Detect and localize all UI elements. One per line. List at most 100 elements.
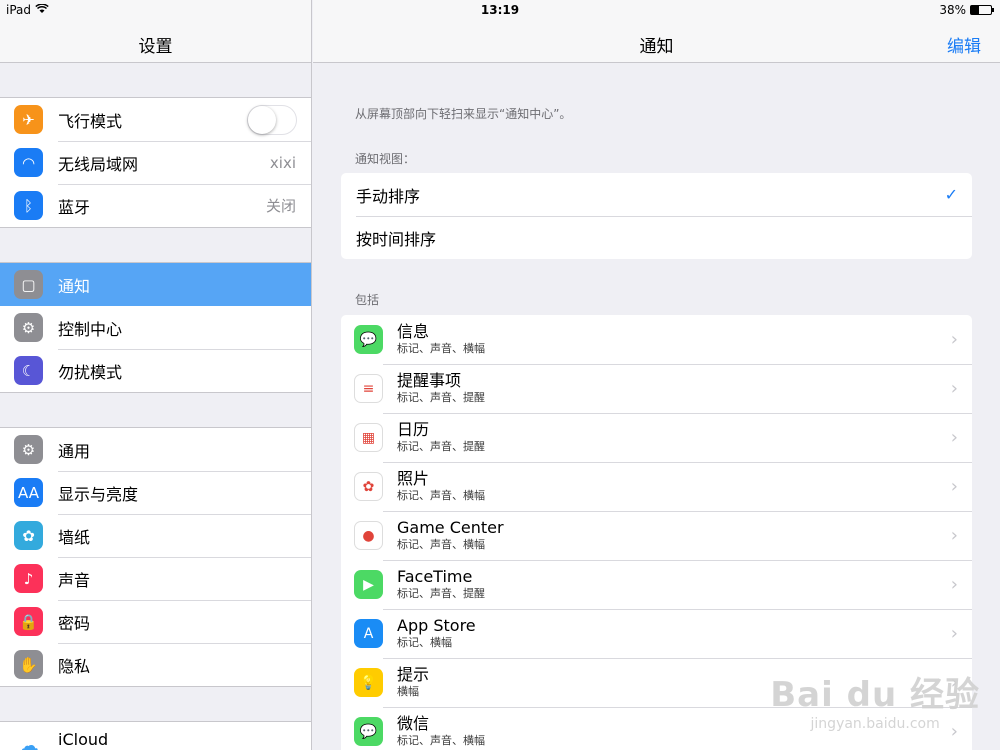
app-row[interactable]: ● Game Center 标记、声音、横幅 ›	[341, 511, 972, 560]
sidebar-item[interactable]: ▢ 通知	[0, 263, 311, 306]
app-text: 提示 横幅	[397, 666, 429, 699]
view-section-header: 通知视图：	[355, 152, 416, 166]
text-size-icon: AA	[14, 478, 43, 507]
lock-icon: 🔒	[14, 607, 43, 636]
toggle-knob	[248, 105, 276, 134]
sidebar-item[interactable]: ⚙ 通用	[0, 428, 311, 471]
sidebar-item-label: 显示与亮度	[58, 484, 139, 504]
chevron-right-icon: ›	[950, 378, 958, 399]
sidebar-item[interactable]: ✈ 飞行模式	[0, 98, 311, 141]
icloud-icon: ☁	[14, 731, 43, 750]
app-alert-styles: 标记、横幅	[397, 636, 452, 649]
sort-option-label: 按时间排序	[356, 229, 437, 249]
watermark-line1: Bai du 经验	[770, 675, 980, 715]
watermark-line2: jingyan.baidu.com	[810, 716, 940, 732]
app-row[interactable]: A App Store 标记、横幅 ›	[341, 609, 972, 658]
sidebar-groups: ✈ 飞行模式 ◠ 无线局域网 xixi ᛒ 蓝牙 关闭 ▢ 通知 ⚙ 控制中心 ☾ 勿扰模式 ⚙ 通用 AA 显示…	[0, 97, 311, 750]
app-name: 照片	[397, 469, 430, 488]
app-row[interactable]: ✿ 照片 标记、声音、横幅 ›	[341, 462, 972, 511]
app-alert-styles: 标记、声音、横幅	[397, 734, 485, 747]
page-title: 通知	[639, 37, 674, 57]
settings-group: ▢ 通知 ⚙ 控制中心 ☾ 勿扰模式	[0, 262, 311, 393]
app-row[interactable]: 💬 信息 标记、声音、横幅 ›	[341, 315, 972, 364]
app-text: Game Center 标记、声音、横幅	[397, 519, 504, 552]
sidebar-item[interactable]: ✿ 墙纸	[0, 514, 311, 557]
chevron-right-icon: ›	[950, 427, 958, 448]
app-text: 信息 标记、声音、横幅	[397, 323, 485, 356]
chevron-right-icon: ›	[950, 525, 958, 546]
sidebar-item-label: 控制中心	[58, 319, 123, 339]
sort-option[interactable]: 按时间排序	[341, 216, 972, 259]
wallpaper-icon: ✿	[14, 521, 43, 550]
calendar-icon: ▦	[354, 423, 383, 452]
include-section-header: 包括	[355, 293, 380, 307]
game-center-icon: ●	[354, 521, 383, 550]
app-text: FaceTime 标记、声音、提醒	[397, 568, 485, 601]
chevron-right-icon: ›	[950, 574, 958, 595]
sidebar-item-label: iCloud	[58, 729, 109, 749]
sidebar-item-label: 飞行模式	[58, 111, 123, 131]
sidebar-item[interactable]: ◠ 无线局域网 xixi	[0, 141, 311, 184]
airplane-icon: ✈	[14, 105, 43, 134]
settings-group: ☁ iCloud1075913655@qq.com	[0, 721, 311, 750]
status-right: 38%	[939, 3, 994, 17]
sidebar-item-label: 墙纸	[58, 527, 91, 547]
app-name: FaceTime	[397, 567, 473, 586]
app-name: 日历	[397, 420, 430, 439]
sidebar-item-label: 无线局域网	[58, 154, 139, 174]
app-text: App Store 标记、横幅	[397, 617, 476, 650]
settings-group: ⚙ 通用 AA 显示与亮度 ✿ 墙纸 ♪ 声音 🔒 密码 ✋ 隐私	[0, 427, 311, 687]
sidebar-item[interactable]: ☁ iCloud1075913655@qq.com	[0, 722, 311, 750]
sidebar-item-value: 关闭	[265, 197, 296, 215]
app-store-icon: A	[354, 619, 383, 648]
airplane-mode-toggle[interactable]	[247, 104, 297, 135]
sound-icon: ♪	[14, 564, 43, 593]
edit-button[interactable]: 编辑	[947, 32, 981, 57]
messages-icon: 💬	[354, 325, 383, 354]
sidebar-item-label: 蓝牙	[58, 197, 91, 217]
app-alert-styles: 标记、声音、提醒	[397, 440, 485, 453]
sidebar-item[interactable]: ♪ 声音	[0, 557, 311, 600]
app-row[interactable]: ▦ 日历 标记、声音、提醒 ›	[341, 413, 972, 462]
tips-icon: 💡	[354, 668, 383, 697]
chevron-right-icon: ›	[950, 623, 958, 644]
baidu-watermark: Bai du 经验 jingyan.baidu.com	[770, 667, 980, 732]
battery-percent: 38%	[939, 3, 966, 17]
app-name: 提示	[397, 665, 430, 684]
control-center-icon: ⚙	[14, 313, 43, 342]
sidebar-item[interactable]: AA 显示与亮度	[0, 471, 311, 514]
notifications-icon: ▢	[14, 270, 43, 299]
app-alert-styles: 标记、声音、横幅	[397, 342, 485, 355]
app-name: 微信	[397, 714, 430, 733]
app-row[interactable]: ≡ 提醒事项 标记、声音、提醒 ›	[341, 364, 972, 413]
sidebar-item-label: 通知	[58, 276, 91, 296]
sort-option[interactable]: 手动排序 ✓	[341, 173, 972, 216]
reminders-icon: ≡	[354, 374, 383, 403]
app-text: 微信 标记、声音、横幅	[397, 715, 485, 748]
app-row[interactable]: ▶ FaceTime 标记、声音、提醒 ›	[341, 560, 972, 609]
sidebar-item[interactable]: 🔒 密码	[0, 600, 311, 643]
app-alert-styles: 标记、声音、提醒	[397, 587, 485, 600]
sidebar-item[interactable]: ⚙ 控制中心	[0, 306, 311, 349]
sidebar-item[interactable]: ✋ 隐私	[0, 643, 311, 686]
wechat-icon: 💬	[354, 717, 383, 746]
hand-icon: ✋	[14, 650, 43, 679]
app-name: App Store	[397, 616, 476, 635]
sidebar-item[interactable]: ☾ 勿扰模式	[0, 349, 311, 392]
sidebar-item-text: iCloud1075913655@qq.com	[58, 730, 311, 750]
app-text: 日历 标记、声音、提醒	[397, 421, 485, 454]
sidebar-item-label: 声音	[58, 570, 91, 590]
sidebar-item[interactable]: ᛒ 蓝牙 关闭	[0, 184, 311, 227]
chevron-right-icon: ›	[950, 329, 958, 350]
moon-icon: ☾	[14, 356, 43, 385]
gear-icon: ⚙	[14, 435, 43, 464]
chevron-right-icon: ›	[950, 476, 958, 497]
status-time: 13:19	[480, 3, 520, 17]
photos-icon: ✿	[354, 472, 383, 501]
status-bar: iPad 13:19 38%	[0, 0, 1000, 20]
sidebar-item-label: 密码	[58, 613, 91, 633]
settings-sidebar: 设置 ✈ 飞行模式 ◠ 无线局域网 xixi ᛒ 蓝牙 关闭 ▢ 通知 ⚙ 控制中心 ☾ 勿扰模式 ⚙ 通用 A…	[0, 0, 312, 750]
checkmark-icon: ✓	[944, 185, 958, 204]
app-alert-styles: 标记、声音、横幅	[397, 538, 485, 551]
notifications-panel: 通知 编辑 从屏幕顶部向下轻扫来显示“通知中心”。 通知视图： 手动排序 ✓ 按时间…	[313, 0, 1000, 750]
